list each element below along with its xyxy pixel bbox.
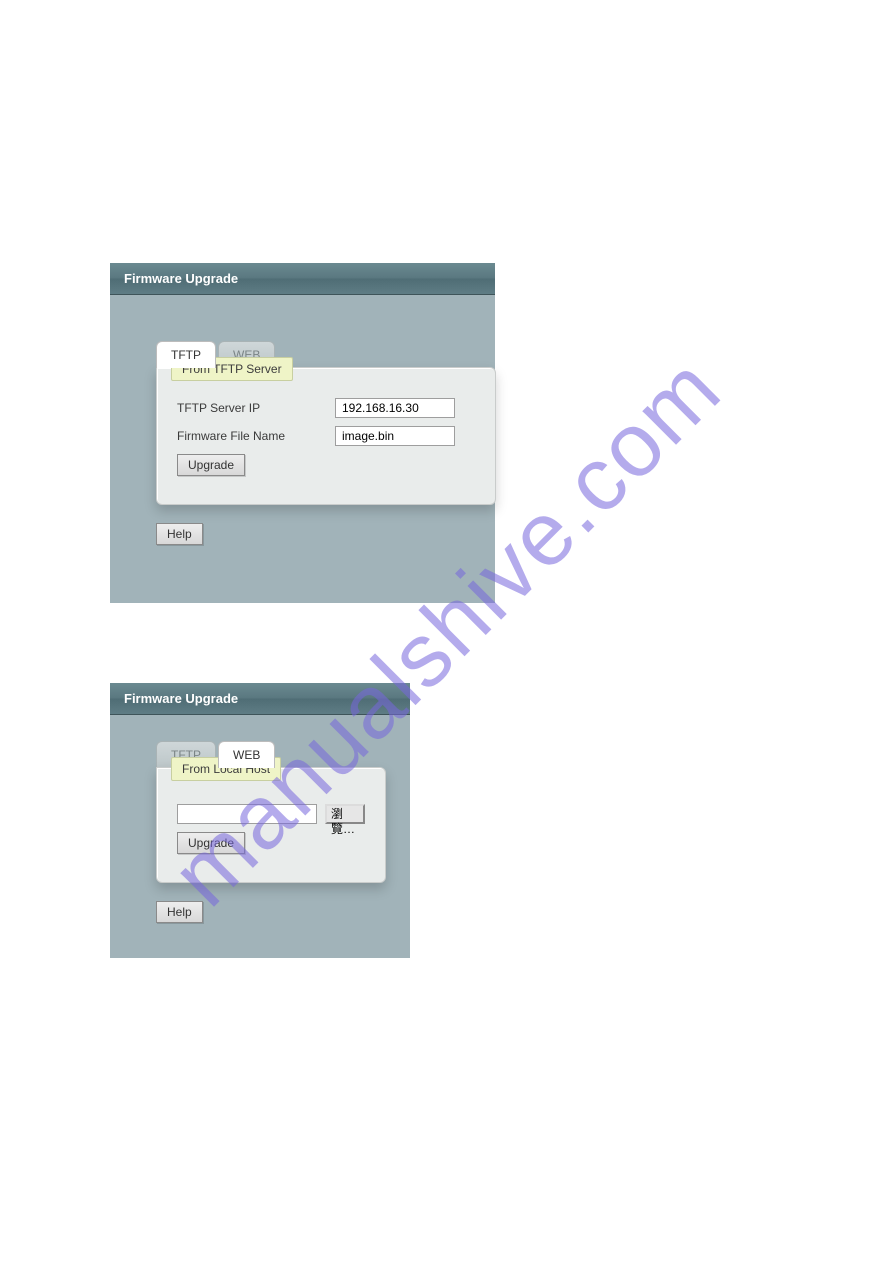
- panel-title: Firmware Upgrade: [110, 683, 410, 715]
- panel-body: TFTP WEB From TFTP Server TFTP Server IP…: [110, 295, 495, 565]
- panel-title: Firmware Upgrade: [110, 263, 495, 295]
- input-tftp-server-ip[interactable]: [335, 398, 455, 418]
- help-button[interactable]: Help: [156, 523, 203, 545]
- help-button[interactable]: Help: [156, 901, 203, 923]
- tab-bar: TFTP WEB: [156, 341, 495, 368]
- firmware-upgrade-panel-tftp: Firmware Upgrade TFTP WEB From TFTP Serv…: [110, 263, 495, 603]
- input-firmware-file-name[interactable]: [335, 426, 455, 446]
- browse-button[interactable]: 瀏覽…: [325, 804, 365, 824]
- label-firmware-file-name: Firmware File Name: [177, 429, 327, 443]
- tab-content-tftp: From TFTP Server TFTP Server IP Firmware…: [156, 367, 496, 505]
- tab-web[interactable]: WEB: [218, 741, 275, 768]
- input-local-file[interactable]: [177, 804, 317, 824]
- upgrade-button[interactable]: Upgrade: [177, 454, 245, 476]
- field-row-file: 瀏覽…: [177, 804, 365, 824]
- field-row-server-ip: TFTP Server IP: [177, 398, 475, 418]
- tab-tftp[interactable]: TFTP: [156, 341, 216, 368]
- firmware-upgrade-panel-web: Firmware Upgrade TFTP WEB From Local Hos…: [110, 683, 410, 958]
- label-tftp-server-ip: TFTP Server IP: [177, 401, 327, 415]
- upgrade-row: Upgrade: [177, 454, 475, 476]
- tab-content-web: From Local Host 瀏覽… Upgrade: [156, 767, 386, 883]
- upgrade-button[interactable]: Upgrade: [177, 832, 245, 854]
- field-row-fw-file: Firmware File Name: [177, 426, 475, 446]
- panel-body: TFTP WEB From Local Host 瀏覽… Upgrade Hel…: [110, 715, 410, 943]
